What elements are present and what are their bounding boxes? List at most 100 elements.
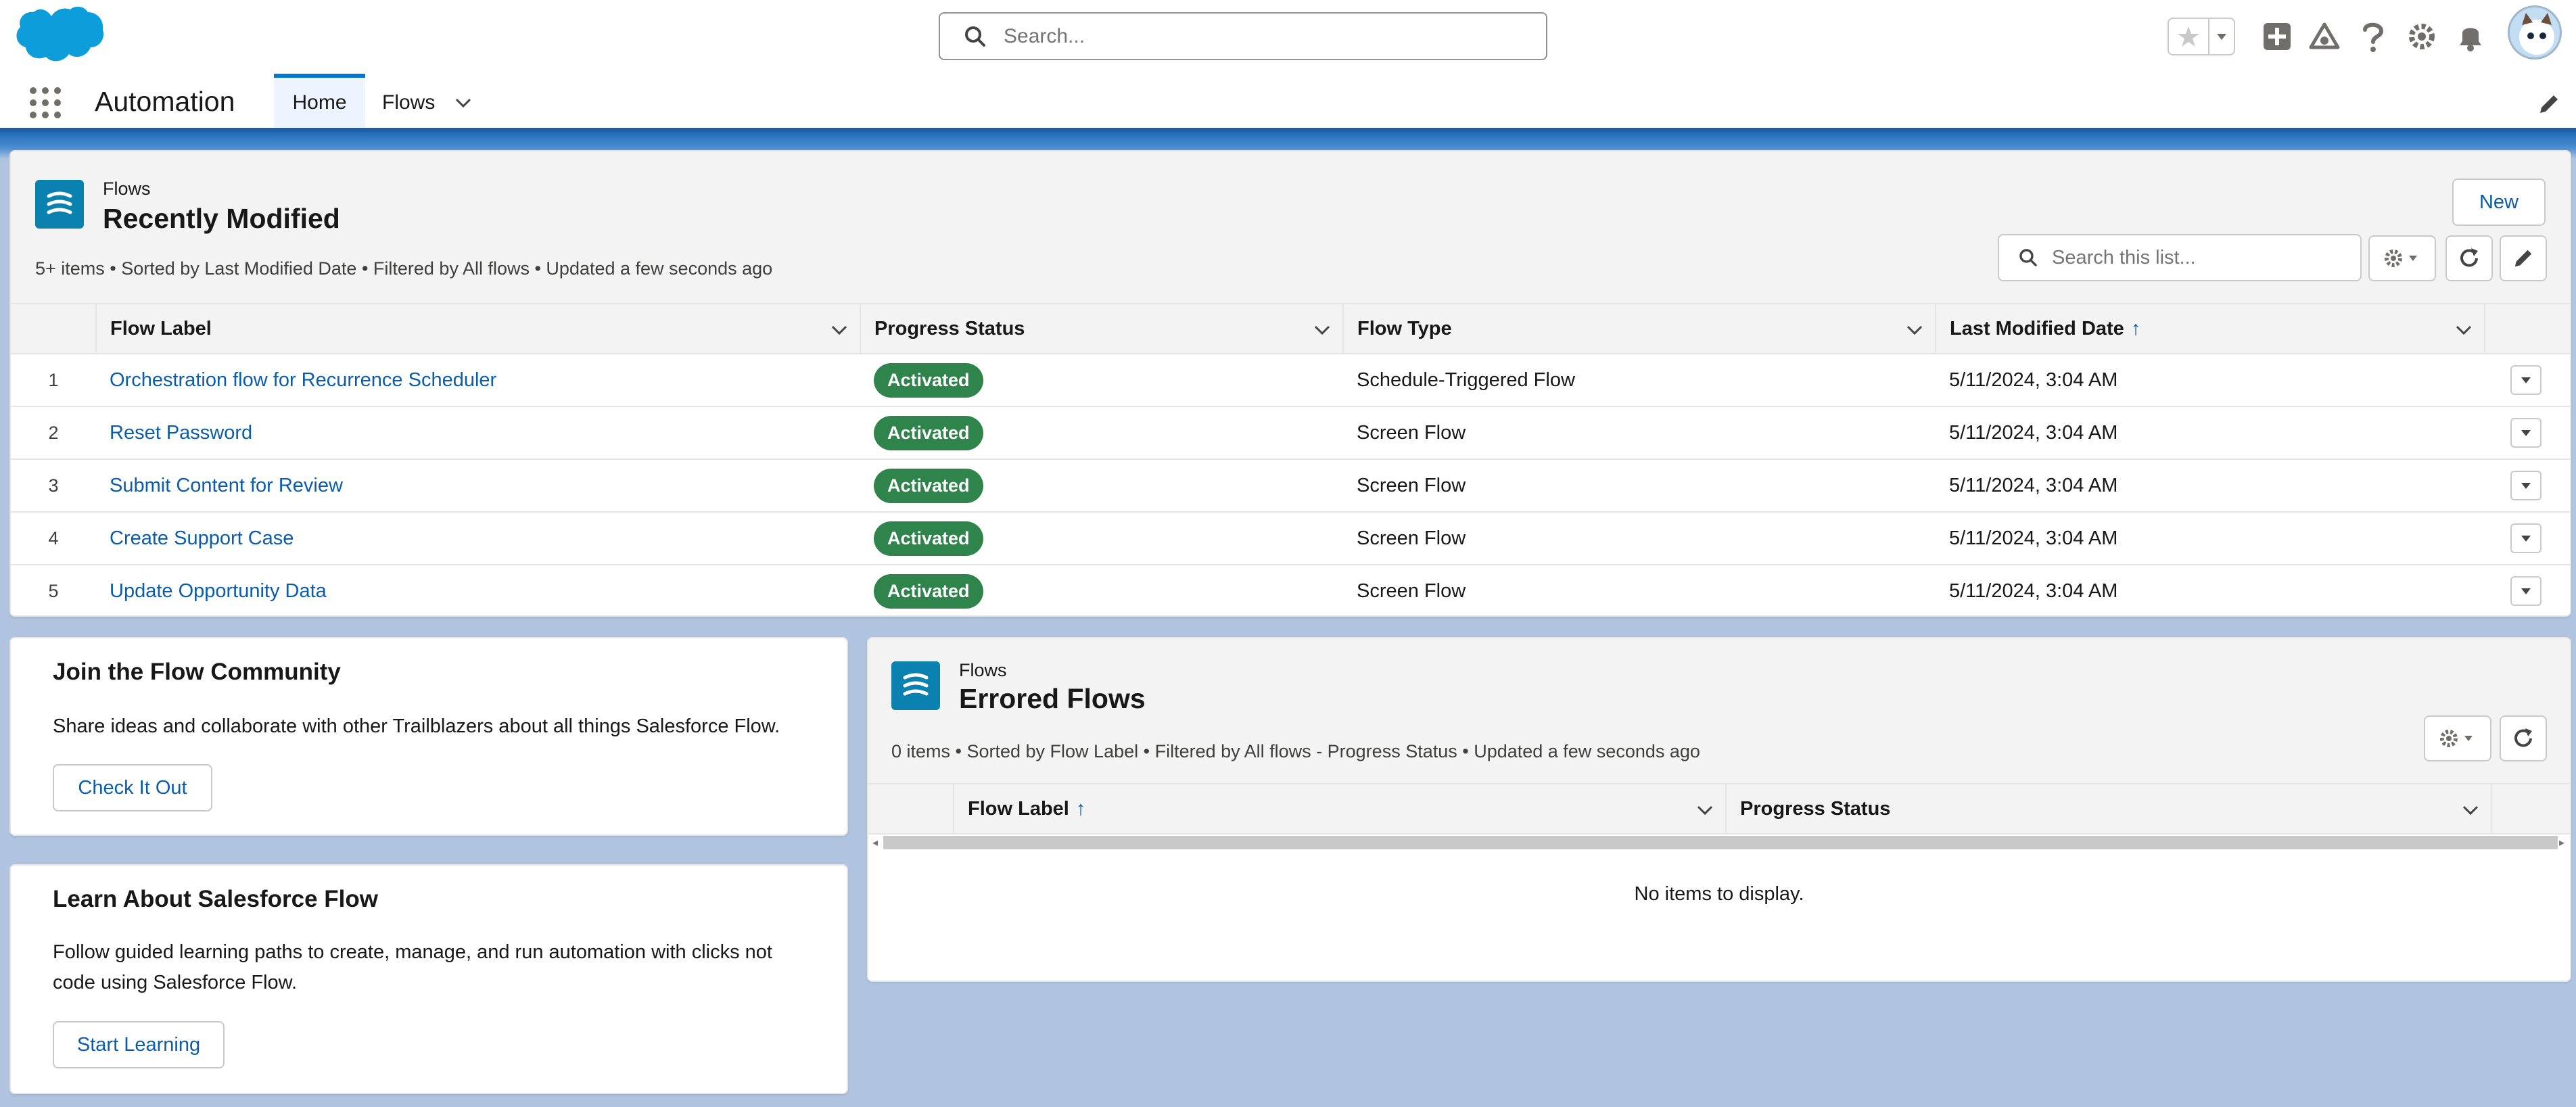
scroll-left-arrow-icon[interactable]: ◂	[872, 836, 882, 849]
row-number-column-header	[868, 783, 954, 834]
flow-label-link[interactable]: Update Opportunity Data	[110, 580, 327, 602]
row-number: 3	[11, 459, 96, 513]
global-search-input[interactable]: Search...	[939, 12, 1547, 60]
refresh-button[interactable]	[2445, 235, 2493, 281]
tab-home-label: Home	[292, 91, 347, 114]
table-row: 4 Create Support Case Activated Screen F…	[11, 512, 2570, 565]
tab-flows-label: Flows	[382, 91, 436, 114]
notification-bell-icon	[2460, 28, 2481, 51]
flow-label-link[interactable]: Create Support Case	[110, 527, 294, 549]
last-modified-cell: 5/11/2024, 3:04 AM	[1936, 406, 2485, 460]
horizontal-scrollbar[interactable]	[883, 836, 2558, 849]
table-header-row: Flow Label ↑ Progress Status	[868, 783, 2570, 834]
notifications-button[interactable]	[2454, 20, 2487, 53]
flow-label-link[interactable]: Reset Password	[110, 422, 252, 444]
search-placeholder: Search...	[1004, 24, 1085, 47]
row-actions-button[interactable]	[2510, 471, 2542, 500]
salesforce-logo[interactable]	[14, 4, 106, 69]
column-header-last-modified-date[interactable]: Last Modified Date ↑	[1936, 303, 2485, 354]
list-view-title: Recently Modified	[103, 203, 340, 234]
row-actions-button[interactable]	[2510, 576, 2542, 606]
search-icon	[2019, 249, 2037, 266]
table-row: 1 Orchestration flow for Recurrence Sche…	[11, 354, 2570, 407]
column-header-progress-status[interactable]: Progress Status	[1726, 783, 2492, 834]
chevron-down-icon[interactable]	[1695, 801, 1714, 820]
scroll-right-arrow-icon[interactable]: ▸	[2559, 836, 2569, 849]
help-button[interactable]	[2357, 20, 2389, 53]
object-label: Flows	[103, 179, 151, 199]
list-view-controls-button[interactable]	[2368, 235, 2436, 281]
flow-label-link[interactable]: Orchestration flow for Recurrence Schedu…	[110, 369, 496, 391]
row-actions-button[interactable]	[2510, 523, 2542, 553]
gear-dropdown-icon	[2440, 730, 2473, 747]
list-search-placeholder: Search this list...	[2052, 246, 2196, 268]
empty-state-area	[868, 834, 2570, 981]
recently-modified-list-card: Flows Recently Modified 5+ items • Sorte…	[9, 150, 2571, 617]
check-it-out-button[interactable]: Check It Out	[53, 764, 212, 811]
actions-column-header	[2485, 303, 2570, 354]
row-number: 1	[11, 354, 96, 407]
last-modified-cell: 5/11/2024, 3:04 AM	[1936, 459, 2485, 513]
card-title: Join the Flow Community	[53, 659, 341, 685]
favorites-list-button[interactable]	[2209, 19, 2234, 54]
start-learning-button[interactable]: Start Learning	[53, 1021, 225, 1068]
favorites-button[interactable]	[2169, 19, 2209, 54]
avatar[interactable]	[2508, 5, 2562, 60]
card-title: Learn About Salesforce Flow	[53, 886, 379, 912]
list-search-input[interactable]: Search this list...	[1998, 234, 2362, 281]
new-button[interactable]: New	[2452, 179, 2546, 226]
inline-edit-button[interactable]	[2500, 235, 2547, 281]
chevron-down-icon[interactable]	[1905, 321, 1924, 339]
global-actions-button[interactable]	[2261, 20, 2293, 53]
column-header-flow-label[interactable]: Flow Label ↑	[954, 783, 1727, 834]
object-label: Flows	[959, 660, 1007, 680]
chevron-down-icon[interactable]	[1313, 321, 1332, 339]
setup-button[interactable]	[2406, 20, 2438, 53]
chevron-down-icon[interactable]	[830, 321, 849, 339]
column-header-flow-label[interactable]: Flow Label	[96, 303, 861, 354]
column-header-label: Flow Label	[110, 317, 212, 339]
card-body: Share ideas and collaborate with other T…	[53, 715, 780, 737]
row-actions-button[interactable]	[2510, 418, 2542, 448]
chevron-down-icon[interactable]	[2461, 801, 2480, 820]
chevron-down-icon[interactable]	[454, 93, 473, 112]
flow-community-card: Join the Flow Community Share ideas and …	[9, 637, 848, 836]
last-modified-cell: 5/11/2024, 3:04 AM	[1936, 354, 2485, 407]
chevron-down-icon[interactable]	[2454, 321, 2473, 339]
column-header-flow-type[interactable]: Flow Type	[1343, 303, 1936, 354]
trailhead-button[interactable]	[2308, 20, 2341, 53]
tab-home[interactable]: Home	[274, 74, 365, 128]
column-header-label: Flow Type	[1357, 317, 1452, 339]
status-badge: Activated	[874, 573, 983, 609]
row-actions-button[interactable]	[2510, 365, 2542, 395]
tab-flows[interactable]: Flows	[382, 91, 473, 114]
help-icon	[2363, 22, 2384, 52]
refresh-button[interactable]	[2500, 715, 2547, 761]
astro-avatar-icon	[2519, 13, 2554, 55]
status-badge: Activated	[874, 415, 983, 450]
chevron-down-icon	[2521, 377, 2531, 383]
search-icon	[965, 26, 985, 47]
flow-icon	[903, 673, 929, 696]
row-number: 2	[11, 406, 96, 460]
status-badge: Activated	[874, 521, 983, 556]
column-header-label: Progress Status	[1740, 797, 1891, 820]
chevron-down-icon	[2521, 536, 2531, 542]
column-header-progress-status[interactable]: Progress Status	[860, 303, 1344, 354]
list-header: Flows Recently Modified 5+ items • Sorte…	[11, 151, 2570, 303]
list-view-controls-button[interactable]	[2424, 715, 2491, 761]
flow-object-icon	[35, 180, 84, 229]
card-body-line-2: code using Salesforce Flow.	[53, 972, 298, 993]
flow-object-icon	[891, 661, 940, 710]
setup-gear-icon	[2409, 24, 2435, 49]
flow-type-cell: Schedule-Triggered Flow	[1343, 354, 1936, 407]
star-icon	[2178, 26, 2199, 47]
table-row: 3 Submit Content for Review Activated Sc…	[11, 459, 2570, 513]
flow-label-link[interactable]: Submit Content for Review	[110, 475, 343, 496]
edit-nav-items-pencil-icon[interactable]	[2537, 93, 2560, 116]
chevron-down-icon	[2217, 34, 2226, 40]
app-launcher-icon[interactable]	[28, 86, 62, 120]
flow-type-cell: Screen Flow	[1343, 406, 1936, 460]
list-view-title: Errored Flows	[959, 683, 1146, 714]
empty-state-message: No items to display.	[1634, 883, 1804, 905]
